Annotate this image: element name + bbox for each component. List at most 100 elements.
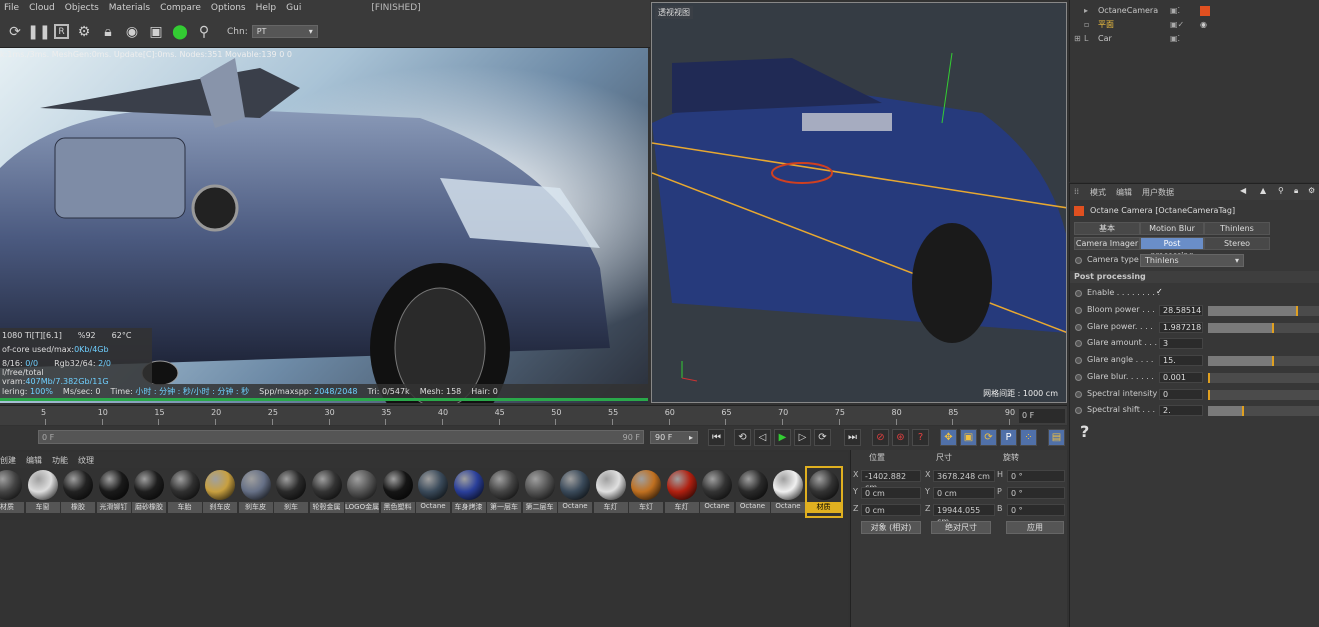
coord-mode-select[interactable]: 对象 (相对): [861, 521, 921, 534]
expand-icon[interactable]: ⊞: [1074, 32, 1081, 46]
timeline-window-icon[interactable]: ▤: [1048, 429, 1065, 446]
material-item[interactable]: 黑色塑料: [380, 468, 415, 516]
material-item[interactable]: Octane: [558, 468, 592, 516]
settings-gear-icon[interactable]: ⚙: [75, 23, 93, 41]
position-field[interactable]: 0 cm: [861, 487, 921, 499]
object-row-plane[interactable]: ▫ 平面 ▣✓ ◉: [1070, 18, 1319, 32]
param-anim-dot[interactable]: [1075, 323, 1082, 331]
viewport-label[interactable]: 透视视图: [655, 6, 693, 19]
material-item[interactable]: 车灯: [664, 468, 699, 516]
param-value-field[interactable]: 0: [1159, 388, 1203, 400]
rotation-field[interactable]: 0 °: [1007, 487, 1065, 499]
size-field[interactable]: 19944.055 cm: [933, 504, 995, 526]
param-value-field[interactable]: 15.: [1159, 355, 1203, 367]
size-mode-select[interactable]: 绝对尺寸: [931, 521, 991, 534]
move-key-icon[interactable]: ✥: [940, 429, 957, 446]
mat-menu-create[interactable]: 创建: [0, 455, 16, 466]
attr-menu-edit[interactable]: 编辑: [1116, 187, 1132, 198]
material-item[interactable]: 橡胶: [61, 468, 95, 516]
visibility-icon[interactable]: ▣⁚: [1170, 4, 1180, 18]
object-row-car[interactable]: ⊞ L Car ▣⁚: [1070, 32, 1319, 46]
back-arrow-icon[interactable]: ◀: [1240, 186, 1246, 195]
camera-type-select[interactable]: Thinlens ▾: [1140, 254, 1244, 267]
position-field[interactable]: 0 cm: [861, 504, 921, 516]
rotation-field[interactable]: 0 °: [1007, 470, 1065, 482]
param-value-field[interactable]: 3: [1159, 338, 1203, 350]
material-item[interactable]: 磨砂橡胶: [132, 468, 166, 516]
material-tag-icon[interactable]: ◉: [1200, 18, 1207, 32]
search-icon[interactable]: ⚲: [1278, 186, 1284, 195]
render-viewport[interactable]: k:1ms./3ms. MeshGen:0ms. Update[C]:0ms. …: [0, 48, 648, 403]
param-anim-dot[interactable]: [1075, 407, 1082, 415]
frame-range-slider[interactable]: 0 F 90 F: [38, 430, 644, 444]
menu-compare[interactable]: Compare: [160, 3, 201, 13]
tab-camera-imager[interactable]: Camera Imager: [1074, 237, 1140, 250]
param-value-field[interactable]: 28.58514: [1159, 305, 1203, 316]
menu-cloud[interactable]: Cloud: [29, 3, 55, 13]
material-item[interactable]: 刹车皮: [203, 468, 237, 516]
sphere-icon[interactable]: ◉: [123, 23, 141, 41]
menu-objects[interactable]: Objects: [65, 3, 99, 13]
object-row-octanecamera[interactable]: ▸ OctaneCamera ▣⁚: [1070, 4, 1319, 18]
up-arrow-icon[interactable]: ▲: [1260, 186, 1266, 195]
material-item[interactable]: 车灯: [629, 468, 663, 516]
menu-gui[interactable]: Gui: [286, 3, 301, 13]
plane-visibility-icon[interactable]: ▣✓: [1170, 18, 1184, 32]
material-empty-area[interactable]: [0, 520, 848, 627]
param-anim-dot[interactable]: [1075, 340, 1082, 348]
restart-icon[interactable]: ⟳: [6, 23, 24, 41]
pick-focus-green-icon[interactable]: ⬤: [171, 23, 189, 41]
param-anim-dot[interactable]: [1075, 390, 1082, 398]
param-slider[interactable]: [1208, 372, 1319, 383]
region-icon[interactable]: R: [54, 24, 69, 39]
tab-stereo[interactable]: Stereo: [1204, 237, 1270, 250]
channel-select[interactable]: PT ▾: [251, 25, 318, 38]
material-item[interactable]: Octane: [771, 468, 805, 516]
menu-materials[interactable]: Materials: [109, 3, 150, 13]
apply-button[interactable]: 应用: [1006, 521, 1064, 534]
lock-icon[interactable]: 🔒︎: [99, 23, 117, 41]
material-item[interactable]: Octane: [416, 468, 450, 516]
material-item[interactable]: Octane: [735, 468, 770, 516]
param-slider[interactable]: [1208, 356, 1319, 367]
pla-key-icon[interactable]: ⁘: [1020, 429, 1037, 446]
new-window-icon[interactable]: ⚙: [1308, 186, 1315, 195]
current-frame-field[interactable]: 0 F: [1019, 409, 1065, 423]
help-icon[interactable]: ?: [1080, 422, 1089, 441]
step-back-icon[interactable]: ◁: [754, 429, 771, 446]
pin-icon[interactable]: ⚲: [195, 23, 213, 41]
pause-icon[interactable]: ❚❚: [27, 23, 50, 41]
tab-thinlens[interactable]: Thinlens: [1204, 222, 1270, 235]
material-item[interactable]: 第二层车: [522, 468, 557, 516]
attr-menu-mode[interactable]: 模式: [1090, 187, 1106, 198]
size-field[interactable]: 0 cm: [933, 487, 995, 499]
param-slider[interactable]: [1208, 322, 1319, 333]
go-to-start-icon[interactable]: ⏮: [708, 429, 725, 446]
size-field[interactable]: 3678.248 cm: [933, 470, 995, 482]
scale-key-icon[interactable]: ▣: [960, 429, 977, 446]
keyframe-help-icon[interactable]: ?: [912, 429, 929, 446]
param-slider[interactable]: [1208, 389, 1319, 400]
octane-camera-tag-icon[interactable]: [1200, 6, 1210, 16]
timeline-ruler[interactable]: 5 10 15 20 25 30 35 40 45 50 55 60 65 70 75 80 85 90 0 F: [0, 405, 1067, 425]
tab-basic[interactable]: 基本: [1074, 222, 1140, 235]
mat-menu-texture[interactable]: 纹理: [78, 455, 94, 466]
param-slider[interactable]: [1208, 406, 1319, 417]
record-icon[interactable]: ⊘: [872, 429, 889, 446]
material-item[interactable]: LOGO金属: [345, 468, 379, 516]
enable-checkbox[interactable]: ✓: [1156, 287, 1163, 296]
param-anim-dot[interactable]: [1075, 357, 1082, 365]
param-anim-dot[interactable]: [1075, 373, 1082, 381]
camera-type-anim-dot[interactable]: [1075, 257, 1082, 264]
material-item[interactable]: 第一层车: [487, 468, 521, 516]
menu-options[interactable]: Options: [211, 3, 246, 13]
param-value-field[interactable]: 1.987218: [1159, 321, 1203, 333]
param-value-field[interactable]: 2.: [1159, 405, 1203, 417]
enable-anim-dot[interactable]: [1075, 290, 1082, 297]
autokey-icon[interactable]: ⊛: [892, 429, 909, 446]
mat-menu-edit[interactable]: 编辑: [26, 455, 42, 466]
position-field[interactable]: -1402.882 cm: [861, 470, 921, 492]
perspective-viewport[interactable]: 透视视图 网格间距 : 1000 cm: [651, 2, 1067, 403]
menu-help[interactable]: Help: [256, 3, 277, 13]
material-item[interactable]: 光滑铆钉: [96, 468, 131, 516]
